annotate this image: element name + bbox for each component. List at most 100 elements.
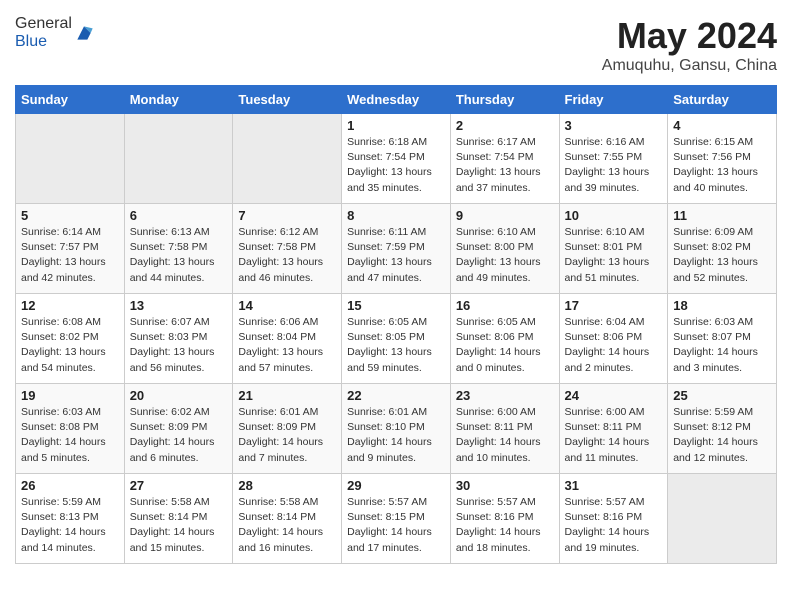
calendar-cell: 14Sunrise: 6:06 AMSunset: 8:04 PMDayligh…: [233, 294, 342, 384]
day-number: 23: [456, 388, 554, 403]
day-number: 11: [673, 208, 771, 223]
cell-info: Sunrise: 6:12 AMSunset: 7:58 PMDaylight:…: [238, 225, 336, 286]
day-number: 9: [456, 208, 554, 223]
calendar-cell: 10 Sunrise: 6:10 AMSunset: 8:01 PMDayligh…: [559, 204, 668, 294]
day-number: 22: [347, 388, 445, 403]
cell-info: Sunrise: 6:18 AMSunset: 7:54 PMDaylight:…: [347, 135, 445, 196]
calendar-cell: 17Sunrise: 6:04 AMSunset: 8:06 PMDayligh…: [559, 294, 668, 384]
col-header-saturday: Saturday: [668, 86, 777, 114]
calendar-cell: 30 Sunrise: 5:57 AMSunset: 8:16 PMDayligh…: [450, 474, 559, 564]
cell-info: Sunrise: 6:07 AMSunset: 8:03 PMDaylight:…: [130, 315, 228, 376]
calendar-cell: 15 Sunrise: 6:05 AMSunset: 8:05 PMDayligh…: [342, 294, 451, 384]
calendar-cell: 24 Sunrise: 6:00 AMSunset: 8:11 PMDayligh…: [559, 384, 668, 474]
cell-info: Sunrise: 6:01 AMSunset: 8:10 PMDaylight:…: [347, 405, 445, 466]
day-number: 15: [347, 298, 445, 313]
day-number: 18: [673, 298, 771, 313]
day-number: 2: [456, 118, 554, 133]
location: Amuquhu, Gansu, China: [602, 57, 777, 75]
calendar-cell: 2 Sunrise: 6:17 AMSunset: 7:54 PMDaylight…: [450, 114, 559, 204]
calendar-week-row: 1 Sunrise: 6:18 AMSunset: 7:54 PMDaylight…: [16, 114, 777, 204]
day-number: 4: [673, 118, 771, 133]
cell-info: Sunrise: 6:15 AMSunset: 7:56 PMDaylight:…: [673, 135, 771, 196]
title-block: May 2024 Amuquhu, Gansu, China: [602, 15, 777, 75]
calendar-header-row: SundayMondayTuesdayWednesdayThursdayFrid…: [16, 86, 777, 114]
cell-info: Sunrise: 6:00 AMSunset: 8:11 PMDaylight:…: [456, 405, 554, 466]
cell-info: Sunrise: 5:57 AMSunset: 8:16 PMDaylight:…: [456, 495, 554, 556]
cell-info: Sunrise: 5:58 AMSunset: 8:14 PMDaylight:…: [130, 495, 228, 556]
calendar-cell: 23 Sunrise: 6:00 AMSunset: 8:11 PMDayligh…: [450, 384, 559, 474]
calendar-cell: 29Sunrise: 5:57 AMSunset: 8:15 PMDayligh…: [342, 474, 451, 564]
cell-info: Sunrise: 6:03 AMSunset: 8:08 PMDaylight:…: [21, 405, 119, 466]
cell-info: Sunrise: 6:03 AMSunset: 8:07 PMDaylight:…: [673, 315, 771, 376]
calendar-cell: [124, 114, 233, 204]
day-number: 7: [238, 208, 336, 223]
calendar-cell: 12 Sunrise: 6:08 AMSunset: 8:02 PMDayligh…: [16, 294, 125, 384]
calendar-cell: 1 Sunrise: 6:18 AMSunset: 7:54 PMDaylight…: [342, 114, 451, 204]
cell-info: Sunrise: 5:59 AMSunset: 8:13 PMDaylight:…: [21, 495, 119, 556]
day-number: 27: [130, 478, 228, 493]
calendar-cell: [668, 474, 777, 564]
cell-info: Sunrise: 6:05 AMSunset: 8:05 PMDaylight:…: [347, 315, 445, 376]
calendar-cell: 18 Sunrise: 6:03 AMSunset: 8:07 PMDayligh…: [668, 294, 777, 384]
cell-info: Sunrise: 6:16 AMSunset: 7:55 PMDaylight:…: [565, 135, 663, 196]
page-header: General Blue May 2024 Amuquhu, Gansu, Ch…: [15, 15, 777, 75]
cell-info: Sunrise: 6:13 AMSunset: 7:58 PMDaylight:…: [130, 225, 228, 286]
cell-info: Sunrise: 6:00 AMSunset: 8:11 PMDaylight:…: [565, 405, 663, 466]
calendar-cell: 31Sunrise: 5:57 AMSunset: 8:16 PMDayligh…: [559, 474, 668, 564]
cell-info: Sunrise: 6:10 AMSunset: 8:01 PMDaylight:…: [565, 225, 663, 286]
calendar-week-row: 26Sunrise: 5:59 AMSunset: 8:13 PMDayligh…: [16, 474, 777, 564]
calendar-cell: 22 Sunrise: 6:01 AMSunset: 8:10 PMDayligh…: [342, 384, 451, 474]
col-header-friday: Friday: [559, 86, 668, 114]
calendar-cell: 7 Sunrise: 6:12 AMSunset: 7:58 PMDaylight…: [233, 204, 342, 294]
col-header-wednesday: Wednesday: [342, 86, 451, 114]
col-header-tuesday: Tuesday: [233, 86, 342, 114]
day-number: 16: [456, 298, 554, 313]
day-number: 6: [130, 208, 228, 223]
cell-info: Sunrise: 5:57 AMSunset: 8:15 PMDaylight:…: [347, 495, 445, 556]
day-number: 5: [21, 208, 119, 223]
calendar-cell: 13 Sunrise: 6:07 AMSunset: 8:03 PMDayligh…: [124, 294, 233, 384]
cell-info: Sunrise: 5:59 AMSunset: 8:12 PMDaylight:…: [673, 405, 771, 466]
day-number: 13: [130, 298, 228, 313]
col-header-thursday: Thursday: [450, 86, 559, 114]
day-number: 19: [21, 388, 119, 403]
cell-info: Sunrise: 6:05 AMSunset: 8:06 PMDaylight:…: [456, 315, 554, 376]
calendar-cell: 11 Sunrise: 6:09 AMSunset: 8:02 PMDayligh…: [668, 204, 777, 294]
cell-info: Sunrise: 6:08 AMSunset: 8:02 PMDaylight:…: [21, 315, 119, 376]
calendar-cell: [233, 114, 342, 204]
calendar-week-row: 5 Sunrise: 6:14 AMSunset: 7:57 PMDaylight…: [16, 204, 777, 294]
calendar-cell: [16, 114, 125, 204]
calendar-week-row: 12 Sunrise: 6:08 AMSunset: 8:02 PMDayligh…: [16, 294, 777, 384]
col-header-sunday: Sunday: [16, 86, 125, 114]
month-year: May 2024: [602, 15, 777, 57]
cell-info: Sunrise: 5:57 AMSunset: 8:16 PMDaylight:…: [565, 495, 663, 556]
logo-icon: [74, 23, 94, 43]
col-header-monday: Monday: [124, 86, 233, 114]
calendar-cell: 19 Sunrise: 6:03 AMSunset: 8:08 PMDayligh…: [16, 384, 125, 474]
day-number: 14: [238, 298, 336, 313]
day-number: 28: [238, 478, 336, 493]
day-number: 24: [565, 388, 663, 403]
cell-info: Sunrise: 6:14 AMSunset: 7:57 PMDaylight:…: [21, 225, 119, 286]
calendar-cell: 6 Sunrise: 6:13 AMSunset: 7:58 PMDaylight…: [124, 204, 233, 294]
day-number: 30: [456, 478, 554, 493]
cell-info: Sunrise: 6:01 AMSunset: 8:09 PMDaylight:…: [238, 405, 336, 466]
cell-info: Sunrise: 6:10 AMSunset: 8:00 PMDaylight:…: [456, 225, 554, 286]
calendar-cell: 21Sunrise: 6:01 AMSunset: 8:09 PMDayligh…: [233, 384, 342, 474]
calendar-cell: 26Sunrise: 5:59 AMSunset: 8:13 PMDayligh…: [16, 474, 125, 564]
cell-info: Sunrise: 6:04 AMSunset: 8:06 PMDaylight:…: [565, 315, 663, 376]
calendar-cell: 3Sunrise: 6:16 AMSunset: 7:55 PMDaylight…: [559, 114, 668, 204]
logo: General Blue: [15, 15, 94, 51]
day-number: 12: [21, 298, 119, 313]
day-number: 1: [347, 118, 445, 133]
cell-info: Sunrise: 6:11 AMSunset: 7:59 PMDaylight:…: [347, 225, 445, 286]
cell-info: Sunrise: 6:09 AMSunset: 8:02 PMDaylight:…: [673, 225, 771, 286]
day-number: 10: [565, 208, 663, 223]
calendar-cell: 5 Sunrise: 6:14 AMSunset: 7:57 PMDaylight…: [16, 204, 125, 294]
calendar-cell: 20Sunrise: 6:02 AMSunset: 8:09 PMDayligh…: [124, 384, 233, 474]
logo-general-text: General: [15, 15, 72, 32]
calendar-week-row: 19 Sunrise: 6:03 AMSunset: 8:08 PMDayligh…: [16, 384, 777, 474]
calendar-cell: 28Sunrise: 5:58 AMSunset: 8:14 PMDayligh…: [233, 474, 342, 564]
cell-info: Sunrise: 6:17 AMSunset: 7:54 PMDaylight:…: [456, 135, 554, 196]
calendar-table: SundayMondayTuesdayWednesdayThursdayFrid…: [15, 85, 777, 564]
